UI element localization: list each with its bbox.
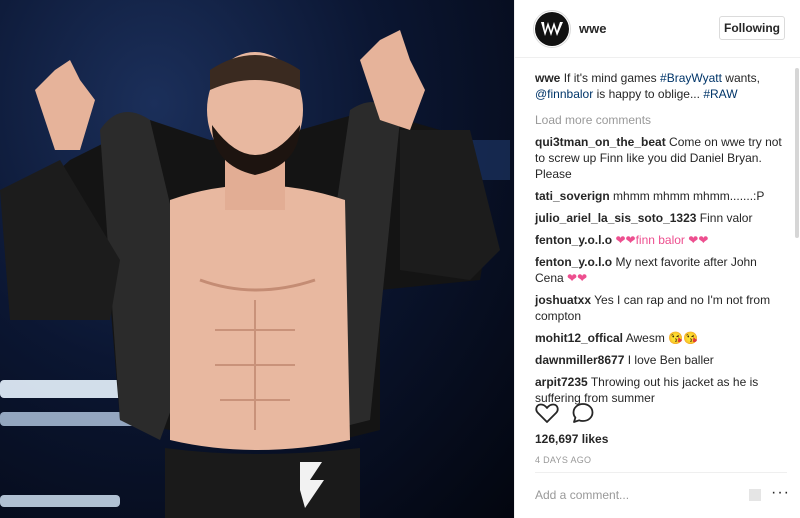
caption: wwe If it's mind games #BrayWyatt wants,…: [535, 70, 787, 102]
comment-username[interactable]: fenton_y.o.l.o: [535, 233, 612, 247]
add-comment-input[interactable]: Add a comment...: [535, 488, 629, 502]
wwe-logo-avatar[interactable]: [533, 10, 571, 48]
comment-username[interactable]: dawnmiller8677: [535, 353, 624, 367]
post-date[interactable]: 4 DAYS AGO: [535, 455, 591, 465]
likes-count[interactable]: 126,697 likes: [535, 432, 608, 446]
mention-finnbalor[interactable]: @finnbalor: [535, 87, 593, 101]
avatar-ring: [533, 10, 571, 48]
following-button[interactable]: Following: [719, 16, 785, 40]
comment-item: tati_soverign mhmm mhmm mhmm.......:P: [535, 188, 787, 204]
post-header: wwe Following: [515, 0, 800, 58]
comment-username[interactable]: julio_ariel_la_sis_soto_1323: [535, 211, 696, 225]
caption-text-post: is happy to oblige...: [596, 87, 700, 101]
comment-item: dawnmiller8677 I love Ben baller: [535, 352, 787, 368]
caption-text-mid: wants,: [725, 71, 760, 85]
comment-username[interactable]: tati_soverign: [535, 189, 610, 203]
comment-username[interactable]: arpit7235: [535, 375, 588, 389]
comment-item: julio_ariel_la_sis_soto_1323 Finn valor: [535, 210, 787, 226]
comment-item: fenton_y.o.l.o ❤❤finn balor ❤❤: [535, 232, 787, 248]
comments-scrollbar[interactable]: [795, 68, 799, 238]
more-options-button[interactable]: ···: [771, 484, 790, 502]
load-more-comments[interactable]: Load more comments: [535, 112, 787, 128]
comment-username[interactable]: qui3tman_on_the_beat: [535, 135, 666, 149]
caption-text-pre: If it's mind games: [563, 71, 657, 85]
comment-username[interactable]: joshuatxx: [535, 293, 591, 307]
comment-text: Finn valor: [699, 211, 753, 225]
kiss-emoji: 😘😘: [668, 331, 699, 345]
hashtag-raw[interactable]: #RAW: [703, 87, 737, 101]
comment-item: qui3tman_on_the_beat Come on wwe try not…: [535, 134, 787, 182]
comment-item: mohit12_offical Awesm 😘😘: [535, 330, 787, 346]
heart-emoji: ❤❤: [567, 271, 588, 285]
divider: [535, 472, 787, 473]
comment-text: mhmm mhmm mhmm.......:P: [613, 189, 765, 203]
comment-username[interactable]: mohit12_offical: [535, 331, 623, 345]
comment-text: ❤❤finn balor ❤❤: [615, 233, 709, 247]
comment-text: Awesm: [625, 331, 665, 345]
post-photo[interactable]: [0, 0, 514, 518]
post-panel: wwe Following wwe If it's mind games #Br…: [514, 0, 800, 518]
comment-item: fenton_y.o.l.o My next favorite after Jo…: [535, 254, 787, 286]
heart-icon[interactable]: [535, 402, 559, 424]
checkbox-placeholder: [749, 489, 761, 501]
header-username[interactable]: wwe: [579, 21, 606, 36]
caption-username[interactable]: wwe: [535, 71, 560, 85]
wrestler-photo: [0, 30, 510, 518]
comment-username[interactable]: fenton_y.o.l.o: [535, 255, 612, 269]
hashtag-braywyatt[interactable]: #BrayWyatt: [660, 71, 722, 85]
comment-bubble-icon[interactable]: [571, 402, 595, 424]
comment-item: joshuatxx Yes I can rap and no I'm not f…: [535, 292, 787, 324]
comment-text: I love Ben baller: [627, 353, 714, 367]
comments-list: wwe If it's mind games #BrayWyatt wants,…: [535, 70, 787, 412]
